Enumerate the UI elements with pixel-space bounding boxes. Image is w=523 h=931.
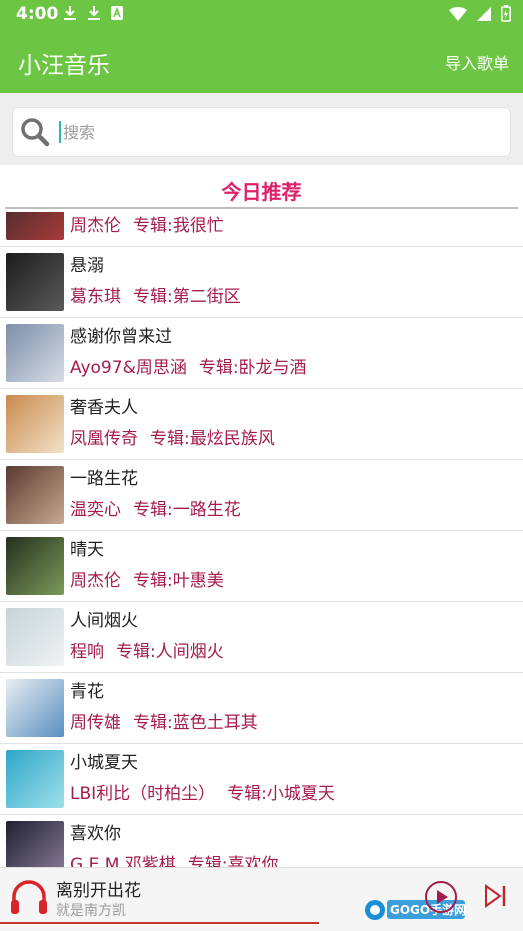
app-bar: 小汪音乐 导入歌单 bbox=[0, 28, 523, 93]
song-title: 晴天 bbox=[70, 540, 104, 560]
album-cover bbox=[6, 608, 64, 666]
song-album: 专辑:人间烟火 bbox=[116, 642, 224, 662]
song-title: 人间烟火 bbox=[70, 611, 138, 631]
signal-icon bbox=[477, 6, 491, 21]
mini-player[interactable]: 离别开出花 就是南方凯 GOGO手游网 bbox=[0, 867, 523, 931]
wifi-icon bbox=[449, 6, 467, 21]
song-album: 专辑:叶惠美 bbox=[133, 571, 224, 591]
song-meta: 周传雄 专辑:蓝色土耳其 bbox=[70, 708, 258, 733]
song-row[interactable]: 悬溺葛东琪 专辑:第二街区 bbox=[0, 247, 523, 318]
song-album: 专辑:第二街区 bbox=[133, 287, 241, 307]
song-row[interactable]: 感谢你曾来过 Ayo97&周思涵 专辑:卧龙与酒 bbox=[0, 318, 523, 389]
song-title: 奢香夫人 bbox=[70, 398, 138, 418]
import-playlist-button[interactable]: 导入歌单 bbox=[445, 50, 509, 74]
song-meta: 周杰伦 专辑:叶惠美 bbox=[70, 566, 224, 591]
album-cover bbox=[6, 253, 64, 311]
song-artist: 葛东琪 bbox=[70, 287, 121, 307]
status-bar: 4:00 bbox=[0, 0, 523, 28]
search-bar bbox=[0, 93, 523, 165]
album-cover bbox=[6, 395, 64, 453]
song-album: 专辑:最炫民族风 bbox=[150, 429, 275, 449]
song-row[interactable]: 喜欢你 G.E.M.邓紫棋 专辑:喜欢你 bbox=[0, 815, 523, 867]
song-artist: 周杰伦 bbox=[70, 571, 121, 591]
album-cover bbox=[6, 212, 64, 240]
song-title: 小城夏天 bbox=[70, 753, 138, 773]
song-meta: Ayo97&周思涵 专辑:卧龙与酒 bbox=[70, 353, 307, 378]
song-row[interactable]: 一路生花温奕心 专辑:一路生花 bbox=[0, 460, 523, 531]
song-row[interactable]: 晴天周杰伦 专辑:叶惠美 bbox=[0, 531, 523, 602]
app-title: 小汪音乐 bbox=[18, 53, 110, 79]
album-cover bbox=[6, 324, 64, 382]
recommend-header: 今日推荐 bbox=[0, 166, 523, 210]
battery-icon bbox=[501, 5, 511, 22]
song-artist: 温奕心 bbox=[70, 500, 121, 520]
next-track-icon[interactable] bbox=[482, 883, 508, 909]
play-icon[interactable] bbox=[424, 880, 458, 914]
search-input[interactable] bbox=[61, 118, 495, 146]
playback-progress[interactable] bbox=[0, 922, 320, 924]
headphone-icon bbox=[11, 880, 47, 914]
search-icon bbox=[21, 118, 50, 147]
song-row[interactable]: 周杰伦 专辑:我很忙 bbox=[0, 212, 523, 247]
song-meta: G.E.M.邓紫棋 专辑:喜欢你 bbox=[70, 850, 279, 867]
song-album: 专辑:我很忙 bbox=[133, 216, 224, 236]
song-artist: LBI利比（时柏尘） bbox=[70, 784, 216, 804]
song-artist: 程响 bbox=[70, 642, 104, 662]
song-artist: Ayo97&周思涵 bbox=[70, 358, 187, 378]
album-cover bbox=[6, 537, 64, 595]
song-album: 专辑:小城夏天 bbox=[227, 784, 335, 804]
song-title: 感谢你曾来过 bbox=[70, 327, 172, 347]
song-album: 专辑:喜欢你 bbox=[187, 855, 279, 867]
song-album: 专辑:卧龙与酒 bbox=[198, 358, 307, 378]
search-box[interactable] bbox=[12, 107, 511, 157]
song-meta: 温奕心 专辑:一路生花 bbox=[70, 495, 241, 520]
song-row[interactable]: 人间烟火程响 专辑:人间烟火 bbox=[0, 602, 523, 673]
song-row[interactable]: 青花周传雄 专辑:蓝色土耳其 bbox=[0, 673, 523, 744]
song-meta: 周杰伦 专辑:我很忙 bbox=[70, 212, 224, 236]
album-cover bbox=[6, 466, 64, 524]
song-row[interactable]: 奢香夫人凤凰传奇 专辑:最炫民族风 bbox=[0, 389, 523, 460]
song-meta: 葛东琪 专辑:第二街区 bbox=[70, 282, 241, 307]
song-meta: 程响 专辑:人间烟火 bbox=[70, 637, 224, 662]
status-time: 4:00 bbox=[16, 4, 59, 24]
now-playing-title: 离别开出花 bbox=[56, 881, 141, 901]
download-icon bbox=[64, 6, 76, 20]
now-playing-artist: 就是南方凯 bbox=[56, 903, 126, 919]
song-title: 喜欢你 bbox=[70, 824, 121, 844]
app-notification-icon bbox=[111, 6, 123, 20]
album-cover bbox=[6, 821, 64, 867]
song-meta: 凤凰传奇 专辑:最炫民族风 bbox=[70, 424, 275, 449]
song-title: 青花 bbox=[70, 682, 104, 702]
album-cover bbox=[6, 750, 64, 808]
song-artist: 凤凰传奇 bbox=[70, 429, 138, 449]
section-title: 今日推荐 bbox=[221, 180, 302, 204]
divider bbox=[5, 207, 518, 209]
song-artist: 周杰伦 bbox=[70, 216, 121, 236]
song-row[interactable]: 小城夏天 LBI利比（时柏尘） 专辑:小城夏天 bbox=[0, 744, 523, 815]
song-artist: G.E.M.邓紫棋 bbox=[70, 855, 176, 867]
download-icon bbox=[88, 6, 100, 20]
album-cover bbox=[6, 679, 64, 737]
song-list[interactable]: 周杰伦 专辑:我很忙 悬溺 葛东琪 专辑:第二街区 感谢你曾来过 Ayo97&周思涵 专辑:卧… bbox=[0, 212, 523, 867]
divider bbox=[0, 867, 523, 868]
song-meta: LBI利比（时柏尘） 专辑:小城夏天 bbox=[70, 779, 335, 804]
song-artist: 周传雄 bbox=[70, 713, 121, 733]
song-album: 专辑:蓝色土耳其 bbox=[133, 713, 258, 733]
song-album: 专辑:一路生花 bbox=[133, 500, 241, 520]
song-title: 一路生花 bbox=[70, 469, 138, 489]
song-title: 悬溺 bbox=[70, 256, 104, 276]
